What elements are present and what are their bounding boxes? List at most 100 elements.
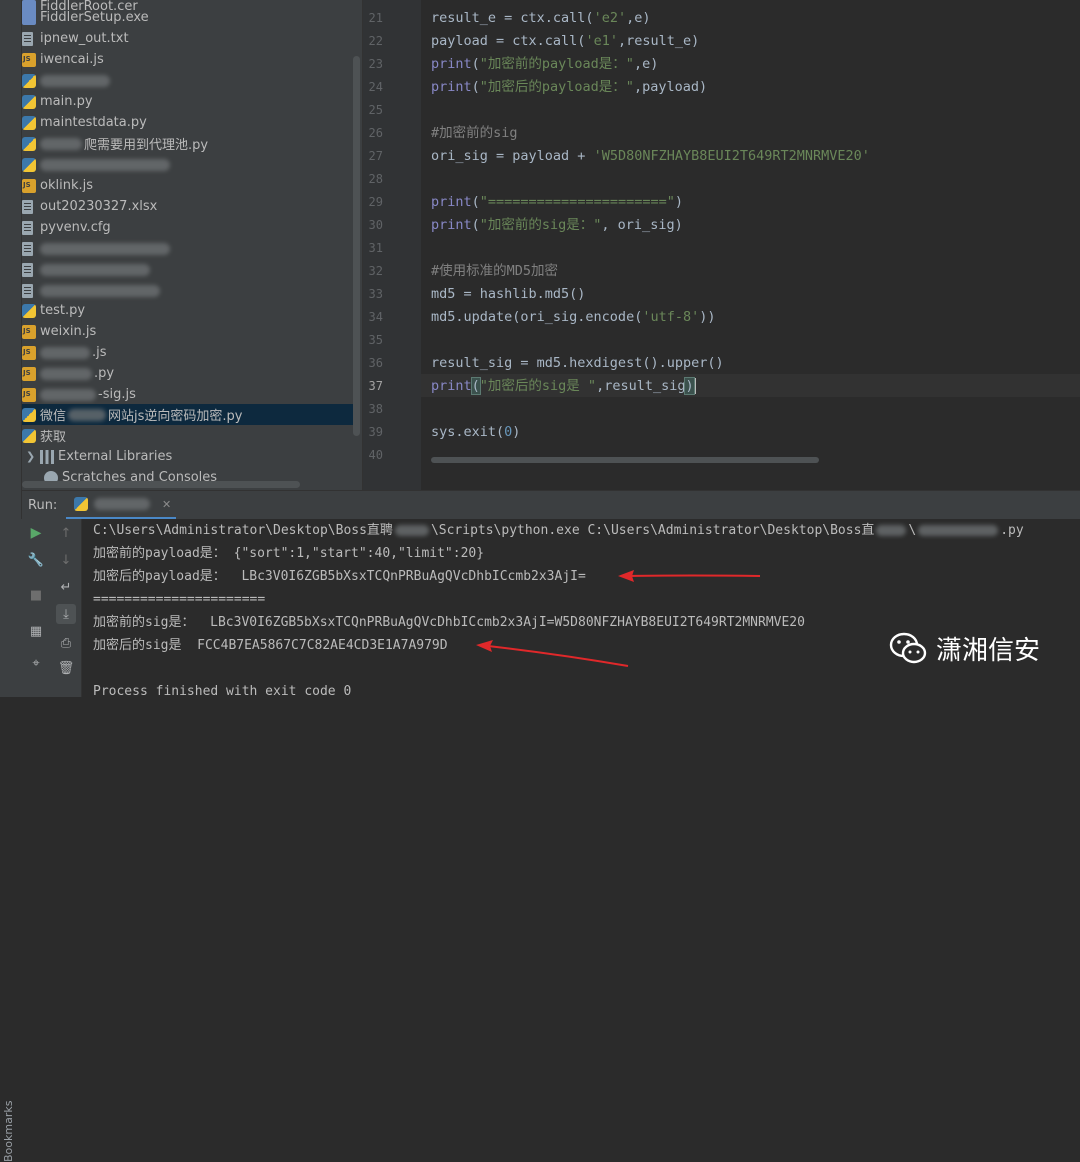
- python-file-icon: [22, 428, 36, 443]
- tree-item-label: 爬需要用到代理池.py: [84, 138, 209, 153]
- redacted-label: [40, 367, 92, 380]
- tree-item-iwencai[interactable]: iwencai.js: [22, 49, 360, 70]
- line-number: 21: [368, 11, 383, 25]
- tree-item-pyvenv[interactable]: pyvenv.cfg: [22, 217, 360, 238]
- redacted-label: [40, 74, 110, 87]
- tree-item-proxy-pool[interactable]: 爬需要用到代理池.py: [22, 133, 360, 154]
- tree-item-label: weixin.js: [40, 324, 97, 339]
- tree-item-external-libraries[interactable]: ❯ External Libraries: [26, 446, 362, 467]
- line-number: 32: [368, 264, 383, 278]
- arrow-up-icon[interactable]: ↑: [58, 525, 74, 541]
- line-number: 25: [368, 103, 383, 117]
- line-number: 24: [368, 80, 383, 94]
- console-line: 加密前的sig是： LBc3V0I6ZGB5bXsxTCQnPRBuAgQVcD…: [93, 615, 805, 630]
- line-number: 22: [368, 34, 383, 48]
- rerun-icon[interactable]: ▶: [28, 525, 44, 541]
- tree-item-label: 网站js逆向密码加密.py: [108, 409, 243, 424]
- close-icon[interactable]: ✕: [162, 498, 171, 511]
- console-line: 加密后的payload是： LBc3V0I6ZGB5bXsxTCQnPRBuAg…: [93, 569, 586, 584]
- run-label: Run:: [28, 498, 58, 513]
- code-line: print("加密前的sig是：", ori_sig): [431, 217, 683, 233]
- config-file-icon: [22, 220, 33, 235]
- redacted-label: [68, 408, 107, 421]
- code-line: print("加密前的payload是：",e): [431, 56, 659, 72]
- run-tool-header: Run: ✕: [0, 490, 1080, 520]
- python-file-icon: [22, 73, 36, 88]
- tree-item-weixin[interactable]: weixin.js: [22, 321, 360, 342]
- editor-horizontal-scrollbar[interactable]: [431, 457, 819, 463]
- text-file-icon: [22, 283, 33, 298]
- tree-item-label: .py: [94, 366, 115, 381]
- js-file-icon: [22, 52, 36, 67]
- run-toolbar-secondary: ↑ ↓ ↵ ⤓ ⎙ 🗑: [51, 519, 82, 697]
- tree-item-label-prefix: 微信: [40, 409, 67, 424]
- tree-item-test[interactable]: test.py: [22, 300, 360, 321]
- tree-item-out20230327[interactable]: out20230327.xlsx: [22, 196, 360, 217]
- code-line: md5 = hashlib.md5(): [431, 286, 586, 302]
- project-horizontal-scrollbar[interactable]: [22, 481, 300, 488]
- trash-icon[interactable]: 🗑: [58, 660, 75, 676]
- tree-item-label: External Libraries: [58, 449, 173, 464]
- project-vertical-scrollbar[interactable]: [353, 56, 360, 436]
- tree-item-maintestdata[interactable]: maintestdata.py: [22, 112, 360, 133]
- js-file-icon: [22, 324, 36, 339]
- bookmarks-strip[interactable]: Bookmarks: [0, 490, 22, 1162]
- run-tab-label: [94, 498, 150, 510]
- code-line: sys.exit(0): [431, 424, 521, 440]
- tree-item-fetch[interactable]: 获取: [22, 425, 360, 446]
- tree-item-partial-py[interactable]: .py: [22, 363, 360, 384]
- stop-icon[interactable]: ■: [28, 587, 44, 603]
- line-number: 34: [368, 310, 383, 324]
- line-number: 28: [368, 172, 383, 186]
- code-line: ori_sig = payload + 'W5D80NFZHAYB8EUI2T6…: [431, 148, 870, 164]
- redacted-label: [40, 263, 150, 276]
- python-icon: [74, 497, 88, 511]
- arrow-down-icon[interactable]: ↓: [58, 552, 74, 568]
- tree-item-redacted[interactable]: [22, 259, 360, 280]
- tree-item-selected-weixin-password[interactable]: 微信 网站js逆向密码加密.py: [22, 404, 360, 425]
- tree-item-oklink[interactable]: oklink.js: [22, 175, 360, 196]
- tree-item-fiddlersetup[interactable]: FiddlerSetup.exe: [22, 7, 360, 28]
- pin-icon[interactable]: ⌖: [28, 655, 44, 671]
- console-text: \: [908, 523, 917, 538]
- project-tool-window: FiddlerRoot.cer FiddlerSetup.exe ipnew_o…: [0, 0, 362, 490]
- text-file-icon: [22, 241, 33, 256]
- python-file-icon: [22, 407, 36, 422]
- tree-item-redacted[interactable]: [22, 238, 360, 259]
- redacted-label: [40, 388, 96, 401]
- tree-item-redacted[interactable]: [22, 280, 360, 301]
- layout-icon[interactable]: ▦: [28, 623, 44, 639]
- tree-item-ipnew-out[interactable]: ipnew_out.txt: [22, 28, 360, 49]
- code-line: #加密前的sig: [431, 125, 518, 141]
- wechat-icon: [889, 632, 927, 664]
- tree-item-label: ipnew_out.txt: [40, 31, 129, 46]
- console-text: \Scripts\python.exe C:\Users\Administrat…: [430, 523, 875, 538]
- run-config-tab[interactable]: ✕: [66, 491, 176, 520]
- tree-item-label: -sig.js: [98, 387, 136, 402]
- text-file-icon: [22, 262, 33, 277]
- python-file-icon: [22, 157, 36, 172]
- code-line: payload = ctx.call('e1',result_e): [431, 33, 700, 49]
- python-file-icon: [22, 136, 36, 151]
- tree-item-label: test.py: [40, 303, 86, 318]
- line-number: 38: [368, 402, 383, 416]
- annotation-arrow: [618, 570, 761, 582]
- soft-wrap-icon[interactable]: ↵: [58, 579, 74, 595]
- code-line: result_sig = md5.hexdigest().upper(): [431, 355, 724, 371]
- line-number: 35: [368, 333, 383, 347]
- tree-item-redacted[interactable]: [22, 154, 360, 175]
- scroll-to-end-icon[interactable]: ⤓: [56, 604, 76, 624]
- line-number: 27: [368, 149, 383, 163]
- bookmarks-label: Bookmarks: [2, 1100, 15, 1162]
- redacted-label: [40, 158, 170, 171]
- python-file-icon: [22, 115, 36, 130]
- print-icon[interactable]: ⎙: [58, 635, 74, 651]
- tree-item-redacted[interactable]: [22, 70, 360, 91]
- line-number: 33: [368, 287, 383, 301]
- console-command-line: C:\Users\Administrator\Desktop\Boss直聘 \Sc…: [93, 519, 1024, 542]
- wrench-icon[interactable]: 🔧: [28, 552, 44, 568]
- tree-item-partial-sig[interactable]: -sig.js: [22, 384, 360, 405]
- tree-item-main[interactable]: main.py: [22, 91, 360, 112]
- tree-item-partial-js[interactable]: .js: [22, 342, 360, 363]
- code-line: #使用标准的MD5加密: [431, 263, 559, 279]
